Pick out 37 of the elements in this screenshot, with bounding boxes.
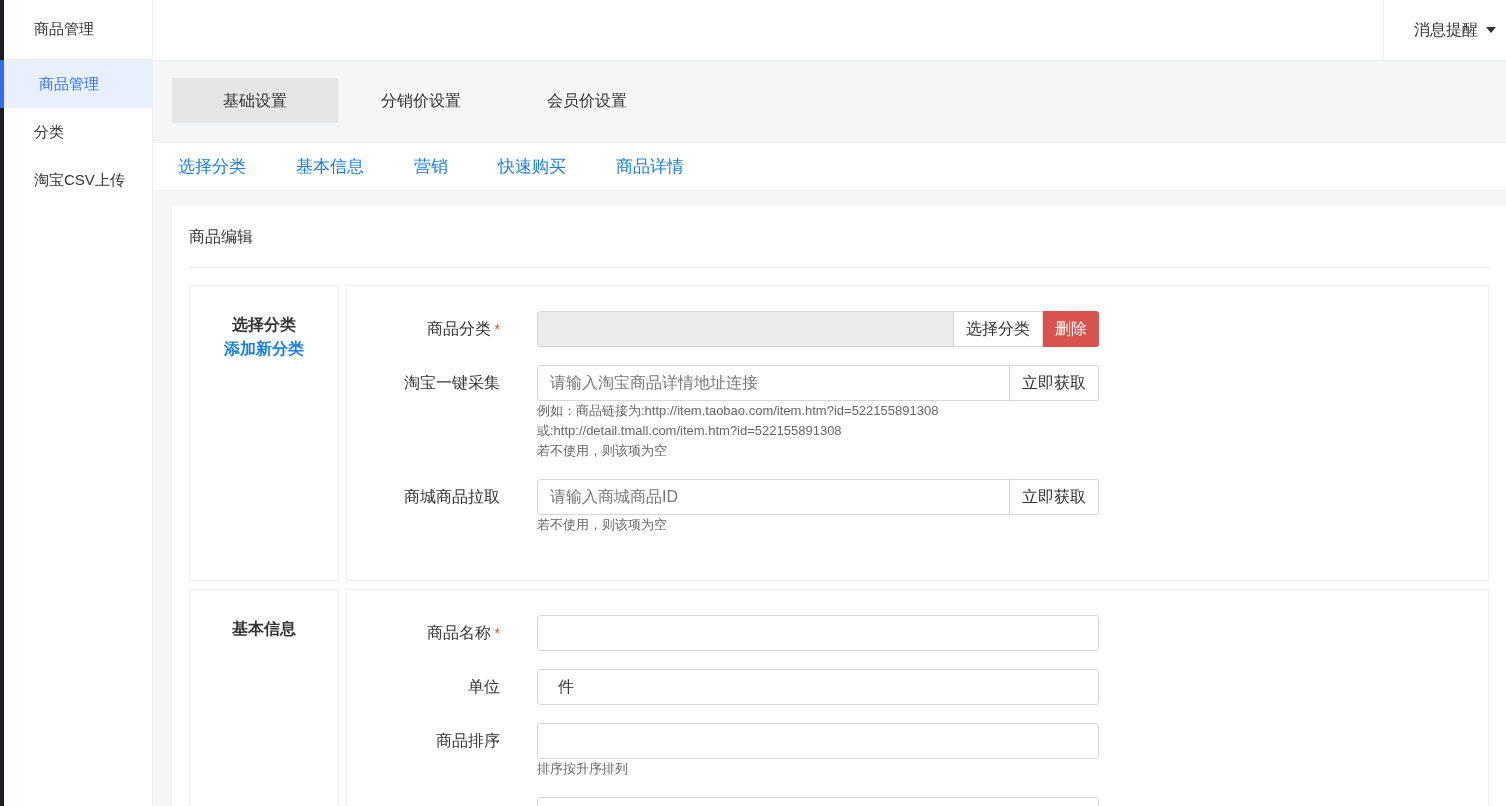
select-category-button[interactable]: 选择分类 [954, 311, 1043, 347]
tab[interactable]: 分销价设置 [338, 78, 504, 123]
help-text: 或:http://detail.tmall.com/item.htm?id=522155891308 [537, 422, 843, 440]
tab[interactable]: 基础设置 [172, 78, 338, 123]
input-field[interactable]: 请输入商城商品ID [537, 479, 1010, 515]
help-text: 例如：商品链接为:http://item.taobao.com/item.htm?id=522155891308 [537, 402, 940, 420]
help-text: 若不使用，则该项为空 [537, 442, 668, 460]
field-label: 商品名称 [426, 623, 491, 643]
field-label: 商品分类 [426, 319, 491, 339]
field-label: 单位 [468, 677, 500, 697]
anchor-link[interactable]: 基本信息 [296, 153, 364, 180]
sidebar-item[interactable]: 商品管理 [0, 60, 152, 108]
add-category-link[interactable]: 添加新分类 [224, 337, 304, 361]
field-label: 淘宝一键采集 [404, 373, 500, 393]
field-label: 商城商品拉取 [404, 487, 500, 507]
required-mark: * [494, 319, 500, 339]
brand-title: 商品管理 [34, 19, 94, 40]
sidebar-item[interactable]: 淘宝CSV上传 [4, 156, 152, 204]
anchor-link[interactable]: 商品详情 [616, 153, 684, 180]
help-text: 排序按升序排列 [537, 760, 629, 778]
input-field[interactable]: 请输入淘宝商品详情地址连接 [537, 365, 1010, 401]
sidebar-item[interactable]: 分类 [4, 108, 152, 156]
section-title: 基本信息 [232, 619, 296, 639]
delete-button[interactable]: 删除 [1043, 311, 1099, 347]
required-mark: * [494, 623, 500, 643]
card-title: 商品编辑 [189, 226, 253, 247]
section-title: 选择分类 [232, 315, 296, 335]
input-field[interactable]: 件 [537, 669, 1099, 705]
notice-dropdown[interactable]: 消息提醒 [1383, 0, 1506, 60]
fetch-button[interactable]: 立即获取 [1010, 365, 1099, 401]
field-label: 商品排序 [436, 731, 500, 751]
fetch-button[interactable]: 立即获取 [1010, 479, 1099, 515]
anchor-link[interactable]: 选择分类 [178, 153, 246, 180]
anchor-link[interactable]: 快速购买 [498, 153, 566, 180]
tab[interactable]: 会员价设置 [504, 78, 670, 123]
help-text: 若不使用，则该项为空 [537, 516, 668, 534]
anchor-link[interactable]: 营销 [414, 153, 448, 180]
